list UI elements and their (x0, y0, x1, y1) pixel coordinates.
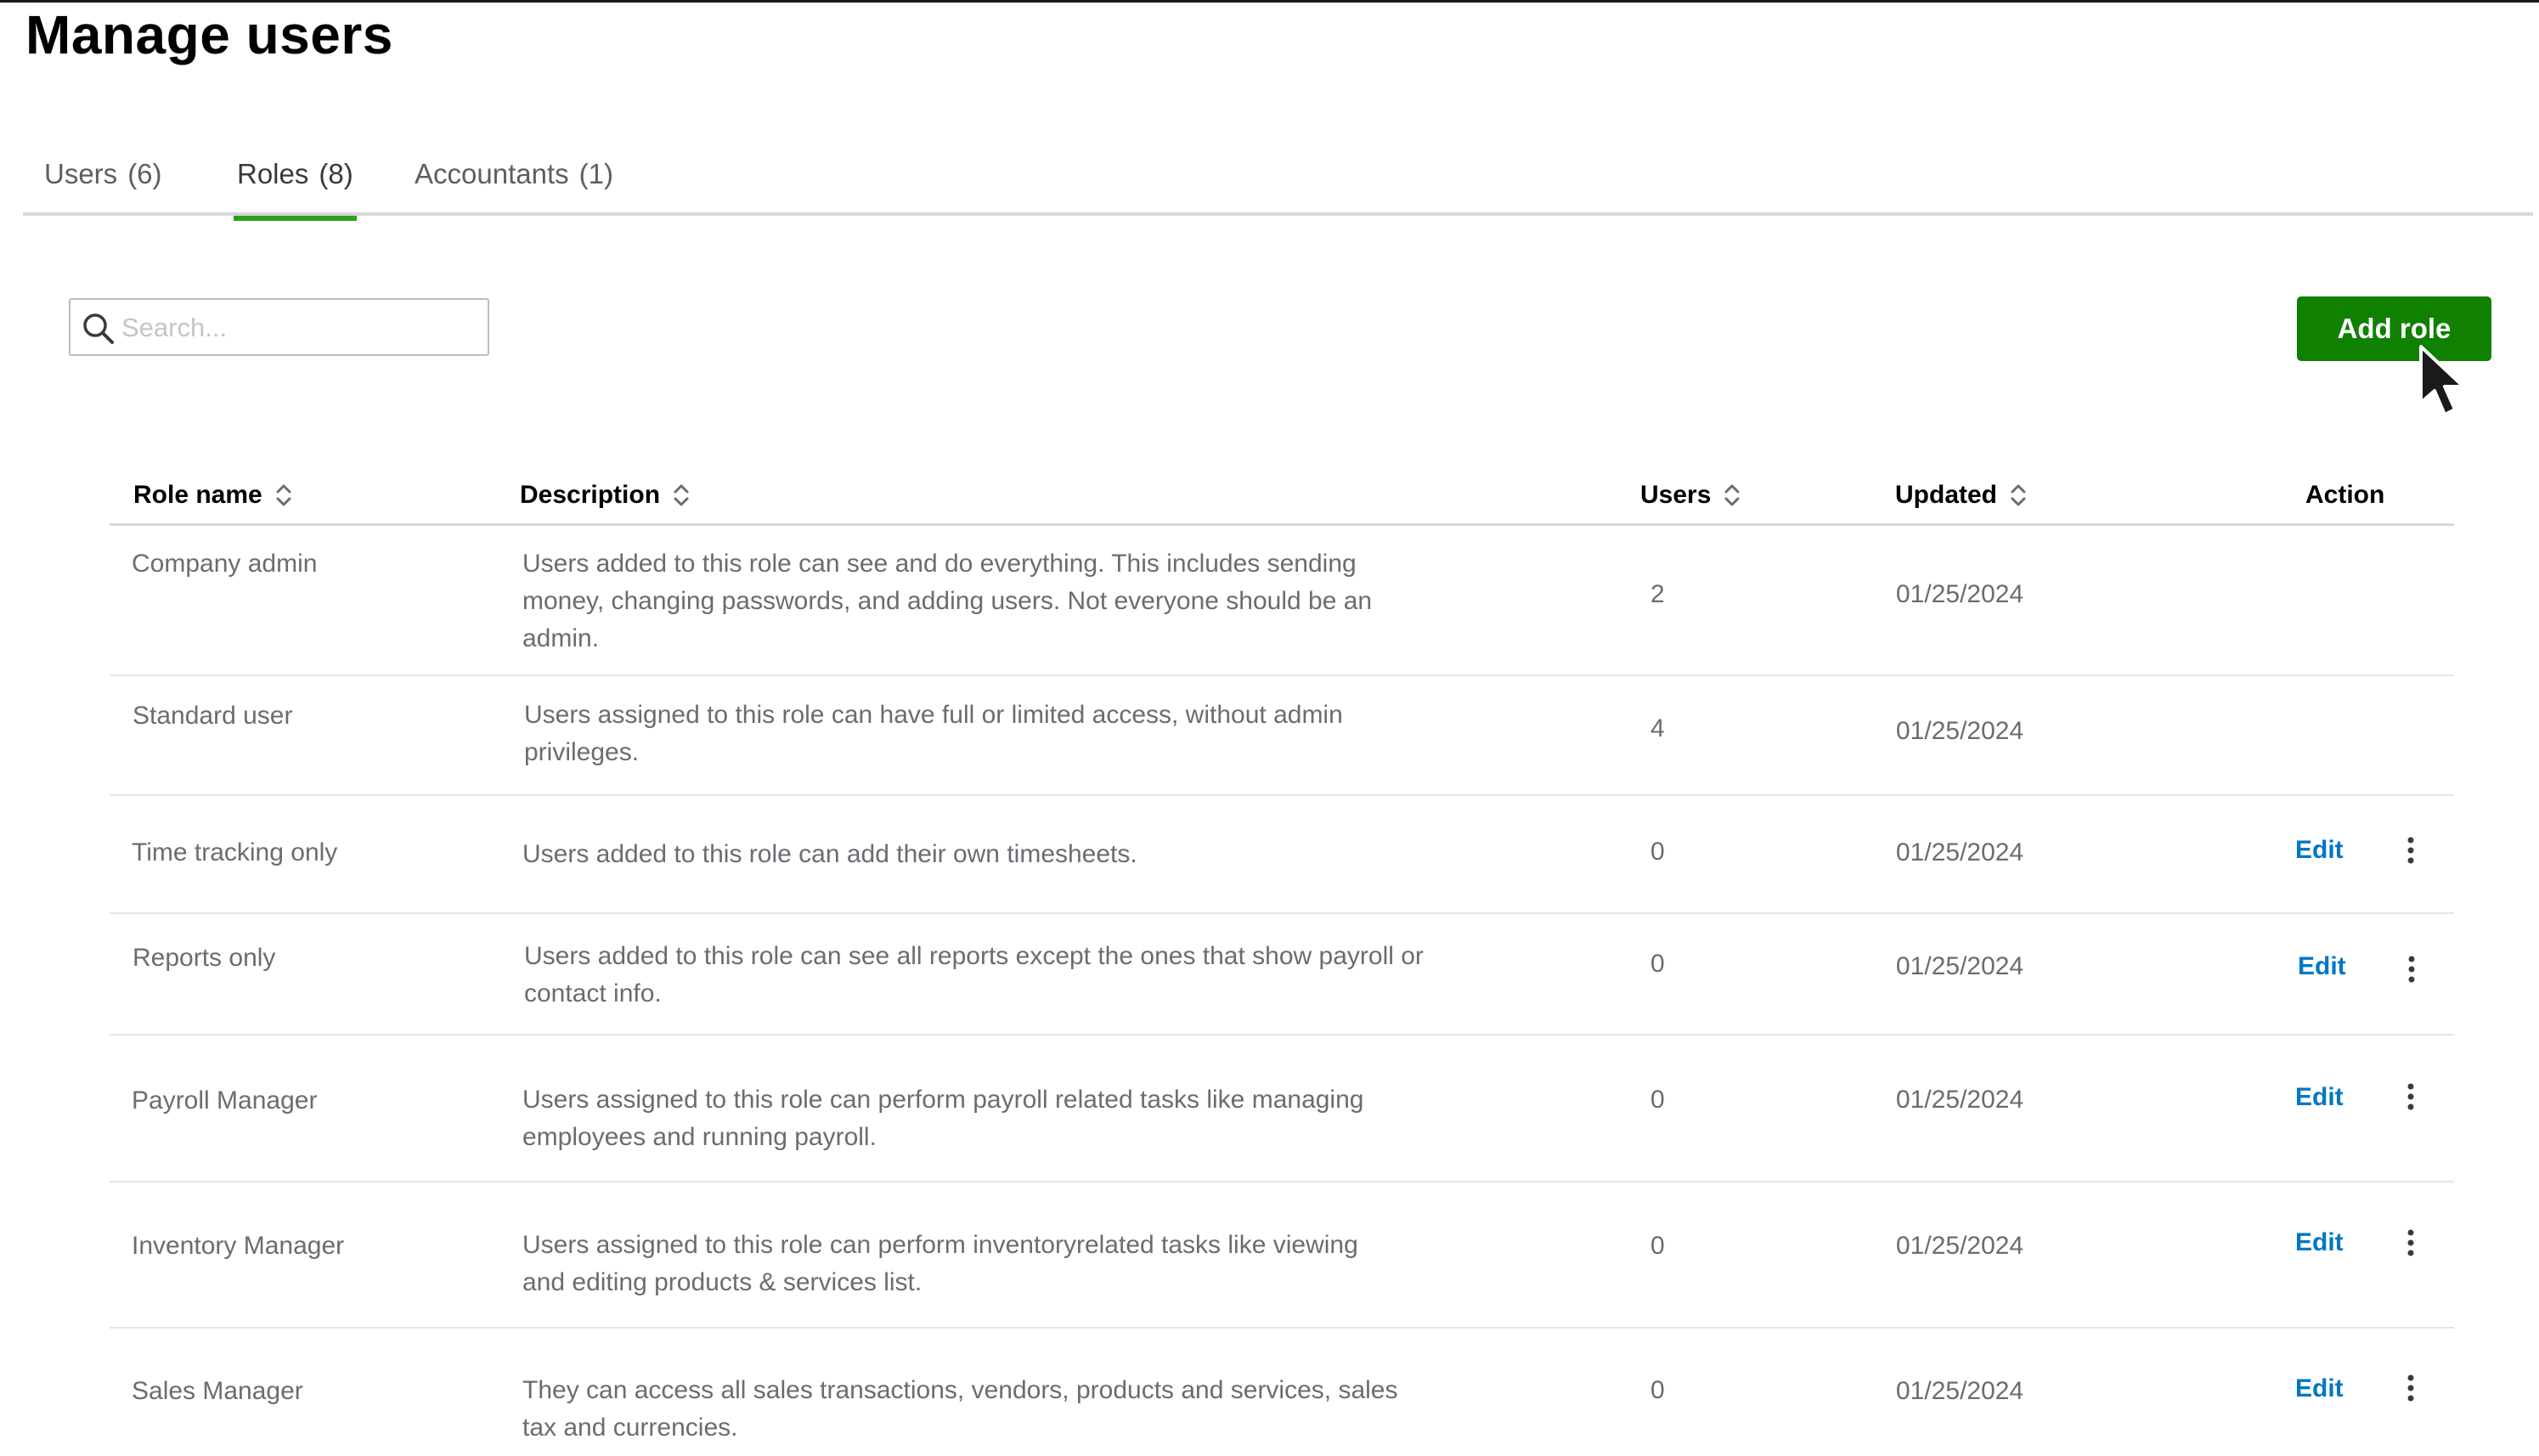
tab-users-label: Users (44, 158, 118, 189)
tab-users[interactable]: Users (6) (44, 158, 162, 207)
top-border (0, 0, 2539, 3)
role-description: Users added to this role can see all rep… (524, 942, 1424, 1007)
edit-role-link[interactable]: Edit (2295, 1083, 2344, 1112)
mouse-cursor-icon (2419, 345, 2465, 416)
role-user-count: 4 (1650, 714, 1665, 742)
column-header-users[interactable]: Users (1640, 481, 1741, 510)
column-header-description[interactable]: Description (520, 481, 691, 510)
more-options-icon[interactable] (2405, 1228, 2417, 1257)
edit-role-link[interactable]: Edit (2298, 952, 2346, 981)
more-options-icon[interactable] (2406, 955, 2418, 984)
edit-role-link[interactable]: Edit (2295, 1374, 2344, 1403)
role-name: Inventory Manager (132, 1232, 345, 1260)
table-row: Payroll Manager Users assigned to this r… (110, 1036, 2454, 1182)
role-updated-date: 01/25/2024 (1896, 1086, 2024, 1114)
role-user-count: 0 (1650, 1376, 1665, 1404)
sort-icon (674, 484, 689, 506)
roles-table: Role name Description Users Updated Acti… (110, 467, 2454, 1456)
more-options-icon[interactable] (2405, 836, 2417, 865)
sort-icon (276, 484, 291, 506)
sort-icon (2011, 484, 2026, 506)
tab-accountants-count: (1) (578, 158, 613, 189)
role-updated-date: 01/25/2024 (1896, 1232, 2024, 1260)
role-updated-date: 01/25/2024 (1896, 838, 2024, 866)
edit-role-link[interactable]: Edit (2295, 1228, 2344, 1257)
role-user-count: 0 (1650, 1232, 1665, 1260)
role-name: Reports only (133, 944, 276, 972)
table-row: Reports only Users added to this role ca… (110, 914, 2454, 1036)
role-name: Payroll Manager (132, 1086, 318, 1115)
role-description: Users added to this role can add their o… (522, 840, 1137, 868)
role-description: They can access all sales transactions, … (522, 1376, 1398, 1442)
role-name: Time tracking only (132, 838, 338, 866)
column-header-role-name[interactable]: Role name (133, 481, 293, 510)
role-updated-date: 01/25/2024 (1896, 952, 2024, 980)
role-updated-date: 01/25/2024 (1896, 580, 2024, 608)
table-header: Role name Description Users Updated Acti… (110, 467, 2454, 526)
role-name: Standard user (133, 702, 293, 730)
role-user-count: 0 (1650, 1086, 1665, 1114)
search-input[interactable] (120, 305, 480, 351)
role-name: Company admin (132, 550, 318, 578)
tab-bar-divider (23, 212, 2533, 216)
tab-roles-label: Roles (237, 158, 309, 189)
active-tab-indicator (234, 216, 357, 221)
search-box (69, 298, 489, 356)
role-name: Sales Manager (132, 1377, 303, 1405)
edit-role-link[interactable]: Edit (2295, 836, 2344, 865)
role-description: Users assigned to this role can perform … (522, 1231, 1358, 1296)
column-header-action: Action (2305, 481, 2384, 510)
table-row: Inventory Manager Users assigned to this… (110, 1182, 2454, 1329)
table-row: Standard user Users assigned to this rol… (110, 676, 2454, 796)
role-user-count: 2 (1650, 580, 1665, 608)
tab-accountants[interactable]: Accountants (1) (415, 158, 613, 207)
role-user-count: 0 (1650, 950, 1665, 978)
page-title: Manage users (25, 4, 393, 65)
more-options-icon[interactable] (2405, 1374, 2417, 1402)
table-row: Sales Manager They can access all sales … (110, 1329, 2454, 1456)
column-header-action-label: Action (2305, 481, 2385, 509)
role-user-count: 0 (1650, 838, 1665, 866)
table-row: Company admin Users added to this role c… (110, 526, 2454, 676)
search-icon (83, 313, 114, 344)
more-options-icon[interactable] (2405, 1082, 2417, 1111)
role-description: Users added to this role can see and do … (522, 550, 1373, 652)
role-description: Users assigned to this role can perform … (522, 1086, 1364, 1151)
table-row: Time tracking only Users added to this r… (110, 796, 2454, 914)
tab-roles[interactable]: Roles (8) (234, 158, 357, 221)
role-updated-date: 01/25/2024 (1896, 1377, 2024, 1405)
role-description: Users assigned to this role can have ful… (524, 701, 1343, 766)
role-updated-date: 01/25/2024 (1896, 717, 2024, 745)
sort-icon (1724, 484, 1740, 506)
tab-users-count: (6) (127, 158, 162, 189)
column-header-updated-label: Updated (1895, 481, 1997, 509)
column-header-updated[interactable]: Updated (1895, 481, 2028, 510)
column-header-description-label: Description (520, 481, 661, 509)
tab-roles-count: (8) (319, 158, 353, 189)
tab-bar: Users (6) Roles (8) Accountants (1) (23, 153, 2533, 221)
column-header-role-name-label: Role name (133, 481, 262, 509)
tab-accountants-label: Accountants (415, 158, 569, 189)
column-header-users-label: Users (1640, 481, 1712, 509)
